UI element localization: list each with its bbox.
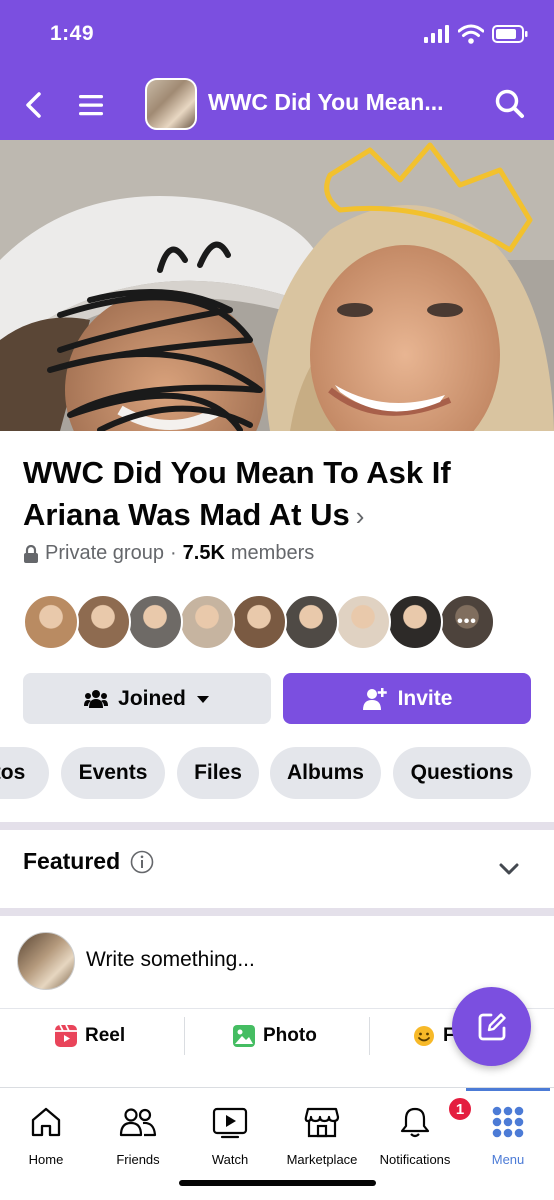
tab-label: Menu — [491, 1152, 525, 1167]
compose-post-button[interactable] — [452, 987, 531, 1066]
tab-label: Watch — [211, 1152, 249, 1167]
tab-label: Home — [28, 1152, 64, 1167]
featured-header[interactable]: Featured — [23, 848, 154, 875]
tab-home[interactable]: Home — [0, 1102, 92, 1168]
tab-menu[interactable]: Menu — [462, 1102, 554, 1168]
feeling-button[interactable]: F — [413, 1009, 455, 1063]
lock-icon — [24, 544, 38, 563]
group-title[interactable]: WWC Did You Mean To Ask If Ariana Was Ma… — [23, 452, 523, 537]
tab-watch[interactable]: Watch — [184, 1102, 276, 1168]
more-members-icon: ••• — [441, 596, 493, 648]
tab-label: Notifications — [379, 1152, 451, 1167]
member-avatar[interactable] — [127, 594, 183, 650]
friends-icon — [119, 1108, 157, 1137]
featured-label: Featured — [23, 848, 121, 874]
edit-icon — [478, 1012, 506, 1040]
info-icon[interactable] — [130, 850, 154, 874]
tab-friends[interactable]: Friends — [92, 1102, 184, 1168]
photo-button[interactable]: Photo — [233, 1009, 317, 1063]
active-tab-indicator — [466, 1088, 550, 1091]
chevron-down-icon[interactable] — [498, 858, 520, 880]
tab-albums[interactable]: Albums — [270, 747, 381, 799]
add-person-icon — [362, 687, 387, 710]
invite-button[interactable]: Invite — [283, 673, 531, 724]
member-avatar[interactable] — [283, 594, 339, 650]
reel-button[interactable]: Reel — [55, 1009, 125, 1063]
joined-button[interactable]: Joined — [23, 673, 271, 724]
tab-label: Marketplace — [286, 1152, 358, 1167]
back-icon[interactable] — [20, 90, 48, 120]
tab-files[interactable]: Files — [177, 747, 259, 799]
group-members-icon — [84, 689, 109, 708]
tab-events[interactable]: Events — [61, 747, 165, 799]
meta-separator: · — [169, 542, 177, 564]
section-divider — [0, 908, 554, 916]
nav-title[interactable]: WWC Did You Mean... — [208, 89, 444, 116]
photo-label: Photo — [263, 1025, 317, 1046]
watch-icon — [212, 1107, 248, 1139]
tab-questions[interactable]: Questions — [393, 747, 531, 799]
cover-photo[interactable] — [0, 140, 554, 431]
tab-photos[interactable]: tos — [0, 747, 49, 799]
menu-grid-icon — [492, 1106, 524, 1138]
member-avatar[interactable] — [231, 594, 287, 650]
status-time: 1:49 — [50, 22, 95, 45]
member-avatar[interactable] — [75, 594, 131, 650]
battery-icon — [492, 25, 528, 43]
nav-bar: WWC Did You Mean... — [0, 78, 554, 134]
tab-marketplace[interactable]: Marketplace — [276, 1102, 368, 1168]
group-name: WWC Did You Mean To Ask If Ariana Was Ma… — [23, 455, 451, 532]
top-bar: 1:49 WWC Did You Mean... — [0, 0, 554, 140]
write-something-input[interactable]: Write something... — [86, 948, 255, 972]
member-avatar[interactable] — [23, 594, 79, 650]
tab-notifications[interactable]: 1 Notifications — [369, 1096, 473, 1168]
photo-icon — [233, 1025, 255, 1047]
home-icon — [31, 1107, 61, 1137]
members-label[interactable]: members — [231, 542, 314, 565]
group-thumbnail[interactable] — [145, 78, 197, 130]
avatar[interactable] — [17, 932, 75, 990]
group-tabs: tos Events Files Albums Questions — [0, 747, 554, 799]
joined-label: Joined — [118, 686, 186, 710]
reel-label: Reel — [85, 1025, 126, 1046]
member-avatar[interactable] — [179, 594, 235, 650]
member-avatar[interactable] — [335, 594, 391, 650]
bell-icon — [400, 1107, 430, 1138]
member-count[interactable]: 7.5K — [183, 542, 225, 565]
member-avatar[interactable] — [387, 594, 443, 650]
chevron-right-icon: › — [355, 501, 365, 531]
member-avatar[interactable]: ••• — [439, 594, 495, 650]
signal-icon — [424, 25, 449, 43]
tab-label: Friends — [116, 1152, 160, 1167]
hamburger-icon[interactable] — [76, 90, 106, 120]
cover-photo-art — [0, 140, 554, 431]
marketplace-icon — [304, 1107, 340, 1138]
media-divider — [369, 1017, 370, 1055]
home-indicator — [179, 1180, 376, 1186]
reel-icon — [55, 1025, 77, 1047]
status-icons — [424, 24, 528, 44]
invite-label: Invite — [397, 686, 453, 710]
caret-down-icon — [196, 695, 209, 703]
privacy-label: Private group — [45, 542, 164, 564]
group-meta: Private group · 7.5K members — [23, 542, 314, 565]
smiley-icon — [414, 1026, 434, 1046]
media-divider — [184, 1017, 185, 1055]
search-icon[interactable] — [494, 88, 526, 120]
wifi-icon — [458, 24, 484, 44]
section-divider — [0, 822, 554, 830]
